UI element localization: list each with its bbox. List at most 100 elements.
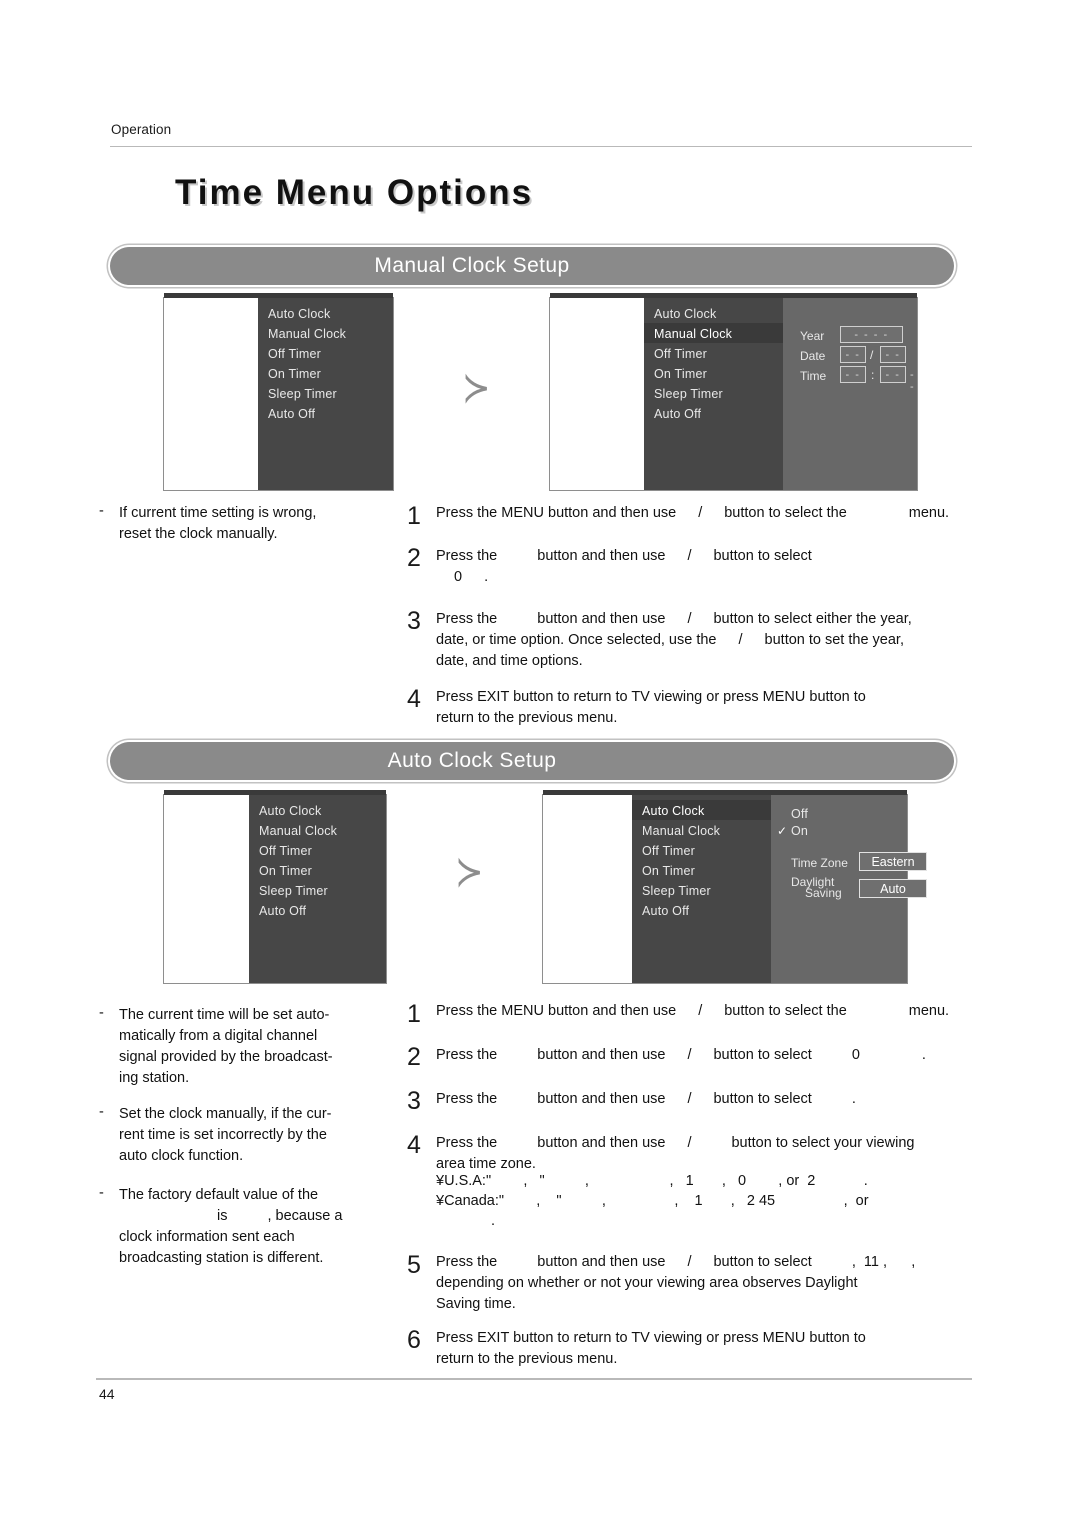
osd-item-on-timer[interactable]: On Timer xyxy=(268,367,321,381)
osd-item-on-timer[interactable]: On Timer xyxy=(259,864,312,878)
osd-option-off[interactable]: Off xyxy=(791,807,808,821)
section-header-manual-clock-setup: Manual Clock Setup xyxy=(110,247,954,285)
step-body-a4: Press the button and then use / button to s… xyxy=(436,1133,964,1175)
step-body-a3: Press the button and then use / button to s… xyxy=(436,1089,966,1110)
a5-b: button and then use xyxy=(537,1254,666,1270)
m3-a: Press the xyxy=(436,611,498,627)
a6-l2: return to the previous menu. xyxy=(436,1351,618,1367)
m1-slash: / xyxy=(698,505,703,521)
m2-c: button to select xyxy=(713,548,812,564)
step-number-m3: 3 xyxy=(407,607,421,635)
field-value-year[interactable]: - - - - xyxy=(840,326,903,343)
m1-b: button to select the xyxy=(724,505,847,521)
osd-item-auto-clock[interactable]: Auto Clock xyxy=(642,804,704,818)
osd-item-on-timer[interactable]: On Timer xyxy=(642,864,695,878)
osd-item-sleep-timer[interactable]: Sleep Timer xyxy=(259,884,328,898)
step-number-m4: 4 xyxy=(407,685,421,713)
osd-mockup-auto-step1: Auto Clock Manual Clock Off Timer On Tim… xyxy=(163,790,387,984)
region-lines: ¥U.S.A:" , " , , 1 , 0 , or 2 . ¥Canada:… xyxy=(436,1171,964,1231)
a5-a: Press the xyxy=(436,1254,498,1270)
section-header-manual-label: Manual Clock Setup xyxy=(374,254,570,277)
page-title: Time Menu Options xyxy=(175,173,534,212)
a1-a: Press the MENU button and then use xyxy=(436,1003,677,1019)
field-value-time-minute[interactable]: - - xyxy=(880,366,906,383)
osd-item-auto-off[interactable]: Auto Off xyxy=(642,904,689,918)
osd-item-manual-clock[interactable]: Manual Clock xyxy=(654,327,732,341)
osd-option-on[interactable]: On xyxy=(791,824,808,838)
m3-slash: / xyxy=(687,611,692,627)
osd-item-off-timer[interactable]: Off Timer xyxy=(268,347,321,361)
osd-item-auto-off[interactable]: Auto Off xyxy=(268,407,315,421)
setting-label-daylight-line2: Saving xyxy=(805,886,842,900)
a1-c: menu. xyxy=(908,1003,950,1019)
arrow-right-icon: ≻ xyxy=(455,849,484,896)
note-bullet-dash: - xyxy=(99,1005,104,1021)
setting-value-daylight-saving[interactable]: Auto xyxy=(859,879,927,898)
osd-left-pane xyxy=(164,795,249,983)
note-manual-1-line2: reset the clock manually. xyxy=(119,526,278,542)
a3-slash: / xyxy=(687,1091,692,1107)
field-label-year: Year xyxy=(800,329,825,343)
note-bullet-dash: - xyxy=(99,1185,104,1201)
osd-left-pane xyxy=(550,298,644,490)
osd-item-sleep-timer[interactable]: Sleep Timer xyxy=(642,884,711,898)
field-separator-time: : xyxy=(871,368,875,382)
m4-l2: return to the previous menu. xyxy=(436,710,618,726)
step-body-a1: Press the MENU button and then use / butto… xyxy=(436,1001,966,1022)
note-auto-3-because: , because a xyxy=(267,1208,343,1224)
osd-item-off-timer[interactable]: Off Timer xyxy=(654,347,707,361)
osd-item-auto-clock[interactable]: Auto Clock xyxy=(654,307,716,321)
field-label-date: Date xyxy=(800,349,826,363)
m4-l1: Press EXIT button to return to TV viewin… xyxy=(436,689,866,705)
field-value-date-month[interactable]: - - xyxy=(840,346,866,363)
setting-value-time-zone[interactable]: Eastern xyxy=(859,852,927,871)
usa-prefix: ¥U.S.A: xyxy=(436,1173,486,1189)
osd-item-sleep-timer[interactable]: Sleep Timer xyxy=(654,387,723,401)
m2-a: Press the xyxy=(436,548,498,564)
note-auto-3-line3: clock information sent each xyxy=(119,1229,295,1245)
osd-item-manual-clock[interactable]: Manual Clock xyxy=(642,824,720,838)
step-number-a5: 5 xyxy=(407,1251,421,1279)
osd-item-off-timer[interactable]: Off Timer xyxy=(642,844,695,858)
header-rule xyxy=(110,146,972,147)
osd-item-off-timer[interactable]: Off Timer xyxy=(259,844,312,858)
step-number-a6: 6 xyxy=(407,1326,421,1354)
running-head: Operation xyxy=(111,122,172,137)
step-number-a4: 4 xyxy=(407,1131,421,1159)
a4-a: Press the xyxy=(436,1135,498,1151)
note-auto-1-line2: matically from a digital channel xyxy=(119,1028,318,1044)
note-bullet-dash: - xyxy=(99,1104,104,1120)
arrow-right-icon: ≻ xyxy=(462,365,491,412)
a2-zero: 0 xyxy=(851,1047,860,1063)
osd-item-auto-clock[interactable]: Auto Clock xyxy=(259,804,321,818)
osd-item-sleep-timer[interactable]: Sleep Timer xyxy=(268,387,337,401)
canada-tokens: " , " , , 1 , 2 45 , or xyxy=(498,1193,869,1209)
field-label-time: Time xyxy=(800,369,827,383)
checkmark-icon: ✓ xyxy=(777,824,788,838)
note-auto-2-line1: Set the clock manually, if the cur- xyxy=(119,1106,332,1122)
step-number-m1: 1 xyxy=(407,502,421,530)
manual-page: Operation Time Menu Options Manual Clock… xyxy=(0,0,1080,1528)
osd-item-auto-clock[interactable]: Auto Clock xyxy=(268,307,330,321)
osd-item-manual-clock[interactable]: Manual Clock xyxy=(259,824,337,838)
a1-slash: / xyxy=(698,1003,703,1019)
note-auto-3: The factory default value of the is , bec… xyxy=(119,1185,387,1269)
osd-item-auto-off[interactable]: Auto Off xyxy=(259,904,306,918)
m3-e: button to set the year, xyxy=(764,632,904,648)
note-auto-3-is: is xyxy=(217,1208,228,1224)
osd-item-auto-off[interactable]: Auto Off xyxy=(654,407,701,421)
note-auto-2-line2: rent time is set incorrectly by the xyxy=(119,1127,327,1143)
step-body-m1: Press the MENU button and then use / butto… xyxy=(436,503,966,524)
m3-d: date, or time option. Once selected, use… xyxy=(436,632,717,648)
field-value-time-hour[interactable]: - - xyxy=(840,366,866,383)
step-body-m3: Press the button and then use / button to s… xyxy=(436,609,964,672)
canada-prefix: ¥Canada: xyxy=(436,1193,499,1209)
field-value-date-day[interactable]: - - xyxy=(880,346,906,363)
field-separator-date: / xyxy=(870,348,874,362)
m3-slash2: / xyxy=(738,632,743,648)
note-auto-1: The current time will be set auto- matic… xyxy=(119,1005,387,1089)
osd-item-manual-clock[interactable]: Manual Clock xyxy=(268,327,346,341)
step-body-a2: Press the button and then use / button to s… xyxy=(436,1045,966,1066)
osd-item-on-timer[interactable]: On Timer xyxy=(654,367,707,381)
note-bullet-dash: - xyxy=(99,503,104,519)
